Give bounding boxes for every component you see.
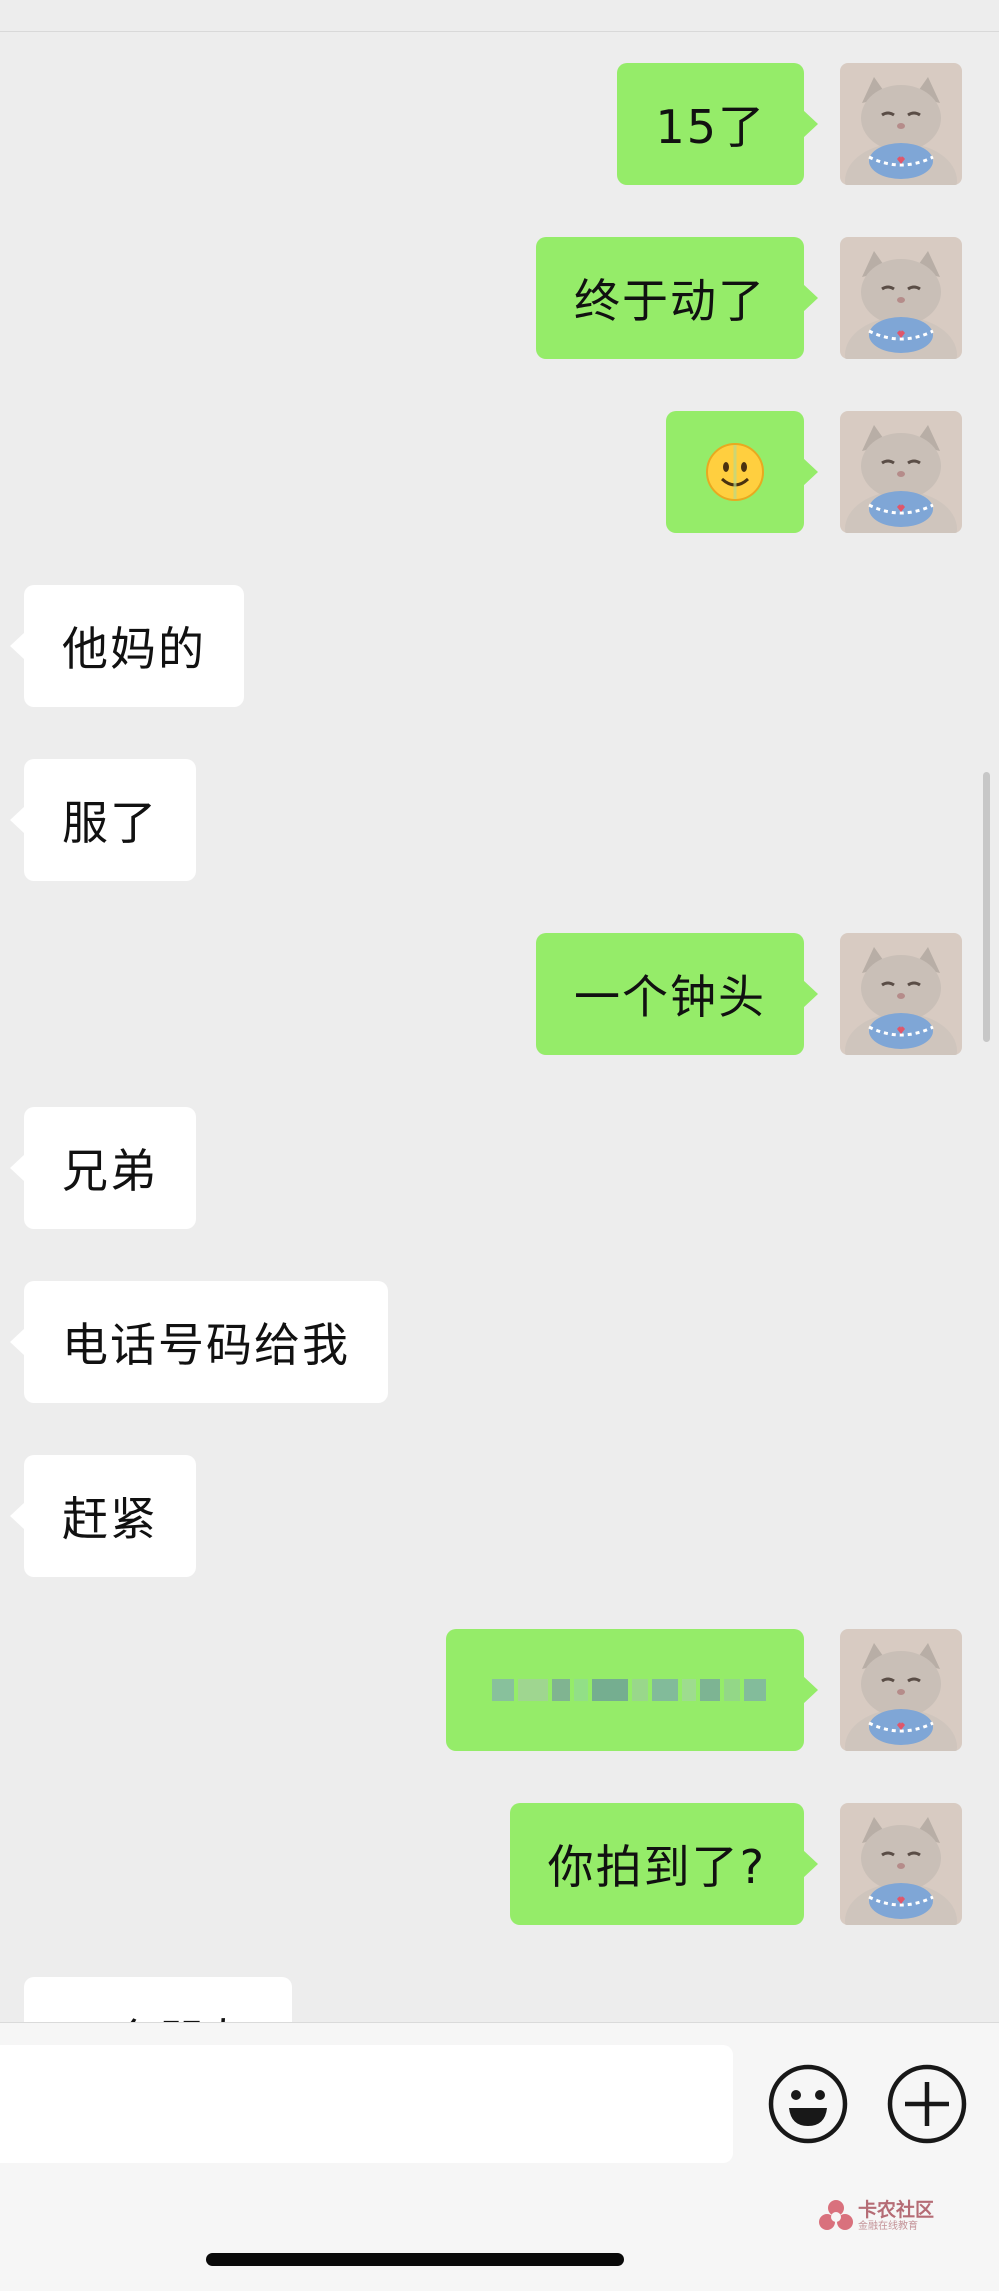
watermark-logo-icon bbox=[819, 2200, 853, 2230]
more-button[interactable] bbox=[886, 2063, 968, 2145]
chat-input-bar bbox=[0, 2022, 999, 2291]
top-divider bbox=[0, 0, 999, 32]
message-text: 兄弟 bbox=[62, 1144, 158, 1198]
home-indicator[interactable] bbox=[206, 2253, 624, 2266]
outgoing-message-bubble[interactable]: 15了 bbox=[617, 63, 818, 185]
pixelated-redaction bbox=[492, 1662, 770, 1718]
incoming-message-bubble[interactable]: 他妈的 bbox=[10, 585, 244, 707]
emoji-button[interactable] bbox=[767, 2063, 849, 2145]
cat-avatar-icon[interactable] bbox=[840, 411, 962, 533]
plus-circle-icon bbox=[887, 2064, 967, 2144]
outgoing-message-bubble[interactable]: 终于动了 bbox=[536, 237, 818, 359]
cat-avatar-icon[interactable] bbox=[840, 1629, 962, 1751]
message-text: 服了 bbox=[62, 796, 158, 850]
cat-avatar-icon[interactable] bbox=[840, 933, 962, 1055]
smiley-icon bbox=[768, 2064, 848, 2144]
watermark-subtitle: 金融在线教育 bbox=[858, 2221, 918, 2232]
chat-scrollbar[interactable] bbox=[983, 772, 990, 1042]
cat-avatar-icon[interactable] bbox=[840, 1803, 962, 1925]
message-text: 一个钟头 bbox=[574, 970, 766, 1024]
message-text: 赶紧 bbox=[62, 1492, 158, 1546]
message-text: 他妈的 bbox=[62, 622, 206, 676]
melting-face-emoji bbox=[706, 443, 764, 501]
cat-avatar-icon[interactable] bbox=[840, 63, 962, 185]
outgoing-message-bubble[interactable]: 一个钟头 bbox=[536, 933, 818, 1055]
watermark: 卡农社区 金融在线教育 bbox=[818, 2198, 934, 2234]
cat-avatar-icon[interactable] bbox=[840, 237, 962, 359]
outgoing-message-bubble[interactable]: 你拍到了? bbox=[509, 1803, 819, 1925]
watermark-title: 卡农社区 bbox=[858, 2199, 935, 2221]
incoming-message-bubble[interactable]: 赶紧 bbox=[10, 1455, 196, 1577]
incoming-message-bubble-partial[interactable]: 一个朋友 bbox=[24, 1977, 292, 2022]
message-text: 一个朋友 bbox=[62, 2005, 254, 2022]
chat-message-list[interactable]: 15了 终于动了 他妈的 服了 一个钟头 兄弟 电话号码给我 赶紧 你拍到了? bbox=[0, 32, 999, 2022]
incoming-message-bubble[interactable]: 电话号码给我 bbox=[10, 1281, 388, 1403]
message-text: 15了 bbox=[655, 100, 766, 154]
message-text: 电话号码给我 bbox=[62, 1318, 350, 1372]
incoming-message-bubble[interactable]: 服了 bbox=[10, 759, 196, 881]
redacted-message-bubble[interactable] bbox=[446, 1629, 818, 1751]
outgoing-emoji-bubble[interactable] bbox=[666, 411, 818, 533]
message-text: 终于动了 bbox=[574, 274, 766, 328]
incoming-message-bubble[interactable]: 兄弟 bbox=[10, 1107, 196, 1229]
message-text: 你拍到了? bbox=[547, 1840, 766, 1894]
message-input-field[interactable] bbox=[0, 2045, 733, 2163]
